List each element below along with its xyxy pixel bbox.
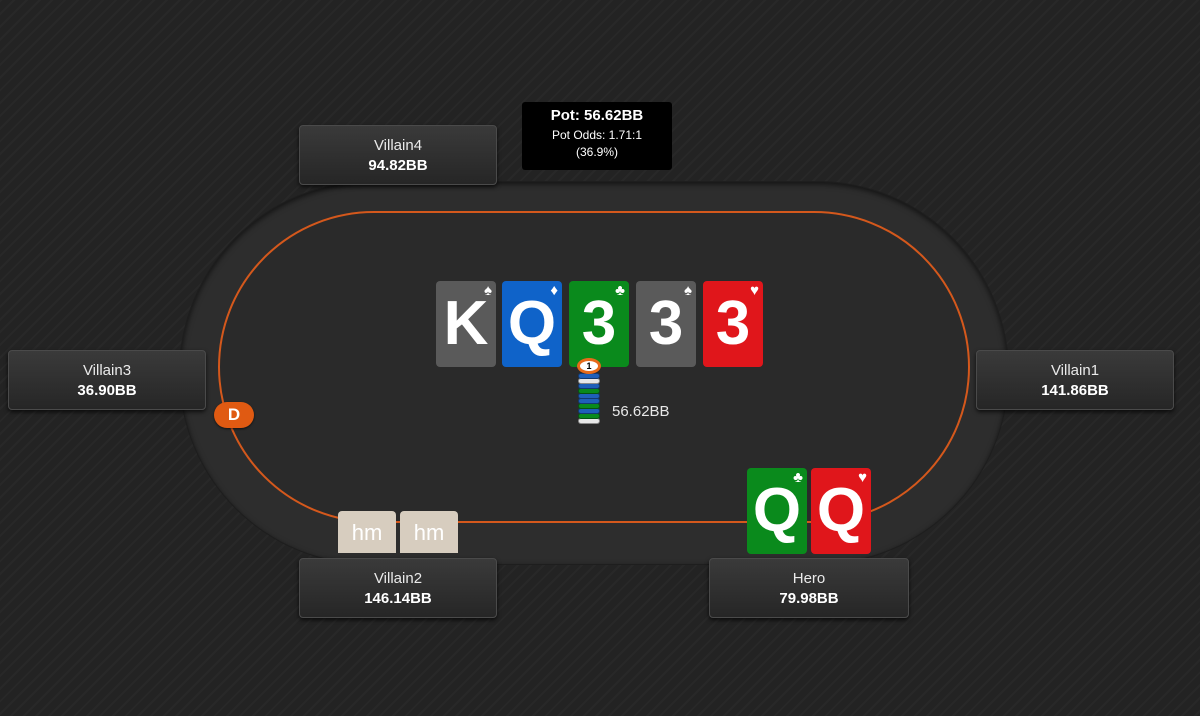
seat-hero[interactable]: Hero 79.98BB bbox=[709, 558, 909, 618]
board-card-5: ♥ 3 bbox=[703, 281, 763, 367]
player-name: Villain3 bbox=[82, 362, 132, 379]
chip-icon: 1 bbox=[577, 358, 601, 374]
pot-chip-stack: 1 bbox=[576, 358, 602, 424]
player-stack: 141.86BB bbox=[1041, 382, 1109, 399]
hero-card-1: ♣ Q bbox=[747, 468, 807, 554]
dealer-button: D bbox=[214, 402, 254, 428]
pot-info-box: Pot: 56.62BB Pot Odds: 1.71:1 (36.9%) bbox=[522, 102, 672, 170]
player-name: Villain4 bbox=[373, 137, 423, 154]
hidden-card: hm bbox=[400, 511, 458, 553]
player-stack: 79.98BB bbox=[779, 590, 839, 607]
card-rank: K bbox=[443, 289, 489, 358]
player-stack: 94.82BB bbox=[368, 157, 428, 174]
board-card-2: ♦ Q bbox=[502, 281, 562, 367]
player-stack: 36.90BB bbox=[77, 382, 137, 399]
player-stack: 146.14BB bbox=[364, 590, 432, 607]
card-rank: 3 bbox=[581, 289, 617, 358]
hidden-card: hm bbox=[338, 511, 396, 553]
card-rank: 3 bbox=[648, 289, 684, 358]
seat-villain1[interactable]: Villain1 141.86BB bbox=[976, 350, 1174, 410]
seat-villain4[interactable]: Villain4 94.82BB bbox=[299, 125, 497, 185]
player-name: Villain1 bbox=[1050, 362, 1100, 379]
pot-odds: Pot Odds: 1.71:1 bbox=[551, 128, 643, 142]
board-card-4: ♠ 3 bbox=[636, 281, 696, 367]
pot-amount: 56.62BB bbox=[612, 403, 670, 420]
card-rank: 3 bbox=[715, 289, 751, 358]
card-rank: Q bbox=[507, 289, 557, 358]
board-card-1: ♠ K bbox=[436, 281, 496, 367]
seat-villain3[interactable]: Villain3 36.90BB bbox=[8, 350, 206, 410]
card-rank: Q bbox=[752, 476, 802, 545]
card-rank: Q bbox=[816, 476, 866, 545]
seat-villain2[interactable]: Villain2 146.14BB bbox=[299, 558, 497, 618]
hero-card-2: ♥ Q bbox=[811, 468, 871, 554]
board-card-3: ♣ 3 bbox=[569, 281, 629, 367]
pot-total: Pot: 56.62BB bbox=[550, 107, 644, 124]
player-name: Hero bbox=[792, 570, 826, 587]
pot-odds-percent: (36.9%) bbox=[575, 145, 619, 159]
player-name: Villain2 bbox=[373, 570, 423, 587]
